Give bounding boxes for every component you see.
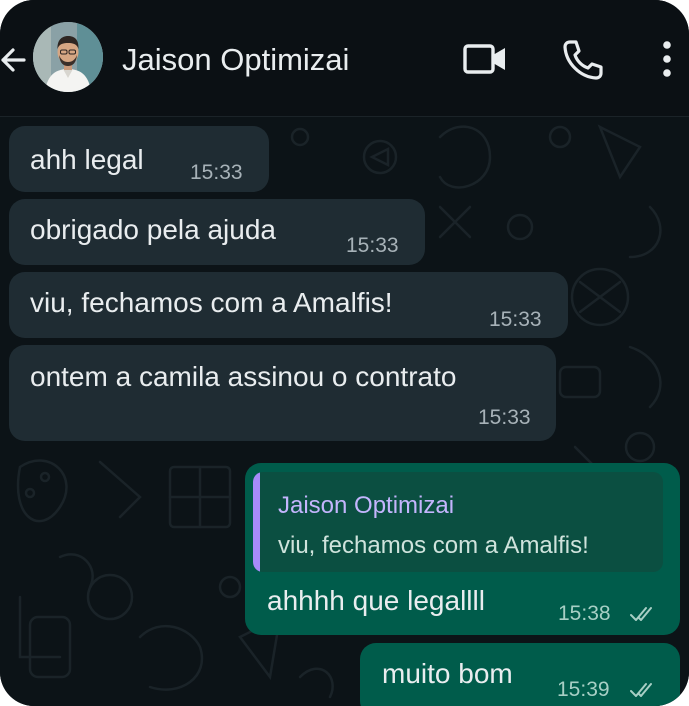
avatar[interactable] <box>33 22 103 92</box>
arrow-left-icon[interactable] <box>0 40 30 80</box>
message-bubble-incoming[interactable]: viu, fechamos com a Amalfis! 15:33 <box>9 272 568 338</box>
message-time: 15:33 <box>190 161 243 184</box>
message-text: obrigado pela ajuda <box>30 214 276 245</box>
message-bubble-incoming[interactable]: ahh legal 15:33 <box>9 126 269 192</box>
quoted-sender: Jaison Optimizai <box>278 492 455 519</box>
contact-name[interactable]: Jaison Optimizai <box>122 40 349 80</box>
message-time: 15:39 <box>557 678 610 701</box>
quote-accent-bar <box>253 472 260 572</box>
message-list[interactable]: ahh legal 15:33 obrigado pela ajuda 15:3… <box>0 117 689 706</box>
chat-header: Jaison Optimizai <box>0 0 689 117</box>
message-bubble-outgoing[interactable]: muito bom 15:39 <box>360 643 680 706</box>
message-time: 15:33 <box>478 406 531 429</box>
quoted-text: viu, fechamos com a Amalfis! <box>278 532 589 559</box>
message-text: muito bom <box>382 658 513 689</box>
read-receipt-icon <box>630 683 652 697</box>
message-bubble-outgoing[interactable]: Jaison Optimizai viu, fechamos com a Ama… <box>245 463 680 635</box>
video-camera-icon[interactable] <box>462 38 508 80</box>
quoted-message[interactable]: Jaison Optimizai viu, fechamos com a Ama… <box>253 472 663 572</box>
message-time: 15:33 <box>346 234 399 257</box>
chat-screen: Jaison Optimizai ahh legal 15:33 obrigad… <box>0 0 689 706</box>
message-time: 15:33 <box>489 308 542 331</box>
message-text: ahh legal <box>30 144 144 175</box>
phone-icon[interactable] <box>560 38 606 80</box>
message-text: viu, fechamos com a Amalfis! <box>30 287 393 318</box>
message-text: ontem a camila assinou o contrato <box>30 361 457 392</box>
message-bubble-incoming[interactable]: ontem a camila assinou o contrato 15:33 <box>9 345 556 441</box>
more-vertical-icon[interactable] <box>652 38 682 80</box>
read-receipt-icon <box>630 607 652 621</box>
message-bubble-incoming[interactable]: obrigado pela ajuda 15:33 <box>9 199 425 265</box>
message-time: 15:38 <box>558 602 611 625</box>
message-text: ahhhh que legallll <box>267 585 485 616</box>
